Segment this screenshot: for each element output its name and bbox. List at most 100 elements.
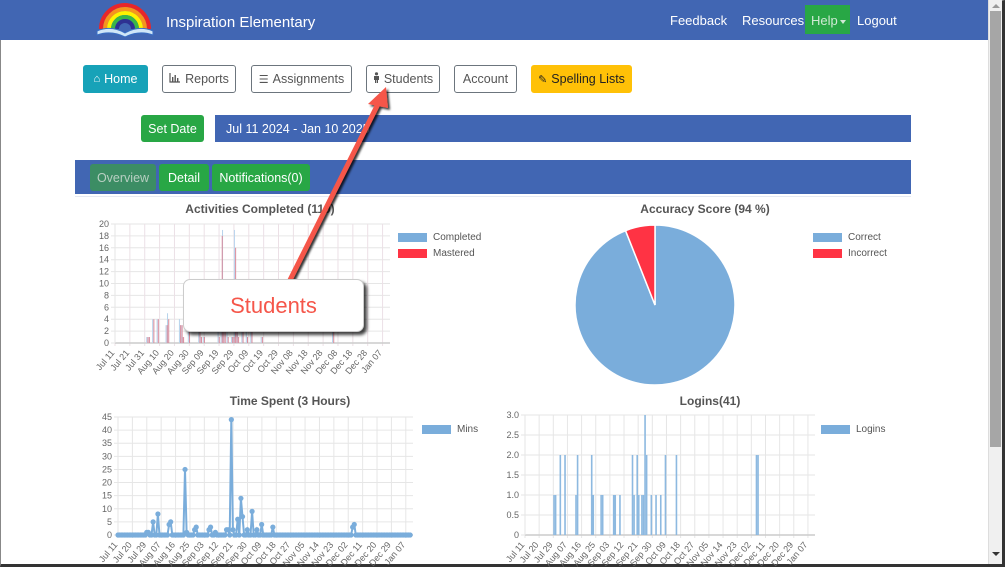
account-label: Account (462, 72, 509, 86)
bar-completed (202, 337, 204, 343)
bar-chart-icon (169, 72, 181, 86)
point-mins (239, 514, 246, 520)
spelling-lists-button[interactable]: ✎ Spelling Lists (531, 65, 632, 93)
nav-help-dropdown[interactable]: Help (805, 5, 850, 34)
bar-logins (642, 495, 645, 535)
legend-item-correct[interactable]: Correct (813, 229, 887, 245)
set-date-button[interactable]: Set Date (141, 115, 204, 142)
y-tick-label: 15 (102, 491, 112, 501)
bar-logins (553, 495, 555, 535)
bar-completed (245, 331, 247, 343)
bar-completed (250, 331, 252, 343)
bar-mastered (251, 331, 253, 343)
y-tick-label: 25 (102, 464, 112, 474)
bar-logins (650, 495, 653, 535)
list-icon: ☰ (258, 73, 269, 86)
point-mins (351, 521, 357, 528)
legend-item-incorrect[interactable]: Incorrect (813, 245, 887, 261)
nav-resources[interactable]: Resources (742, 13, 804, 28)
edit-icon: ✎ (538, 73, 548, 86)
legend-label: Correct (848, 231, 881, 243)
point-mins (244, 527, 250, 533)
bar-logins (601, 495, 604, 535)
home-label: Home (104, 72, 138, 86)
bar-mastered (224, 331, 226, 343)
time-spent-chart-title: Time Spent (3 Hours) (229, 394, 351, 408)
bar-mastered (333, 331, 335, 343)
legend-label: Incorrect (848, 247, 887, 259)
home-button[interactable]: ⌂ Home (83, 65, 148, 93)
bar-logins (592, 495, 595, 535)
scroll-down-arrow-icon[interactable] (992, 552, 1000, 556)
point-mins (190, 532, 196, 538)
tab-notifications[interactable]: Notifications(0) (212, 164, 310, 191)
bar-completed (178, 319, 180, 343)
assignments-button[interactable]: ☰ Assignments (251, 65, 352, 93)
activities-chart-title: Activities Completed (119) (185, 202, 335, 216)
bar-logins (757, 455, 759, 535)
bar-mastered (180, 325, 182, 343)
point-mins (238, 495, 244, 501)
bar-completed (241, 331, 243, 343)
y-tick-label: 0 (107, 530, 112, 540)
y-tick-label: 6 (104, 302, 109, 312)
nav-logout[interactable]: Logout (857, 13, 897, 28)
bar-completed (165, 325, 167, 343)
bar-logins (575, 495, 577, 535)
legend-item-mins[interactable]: Mins (422, 421, 478, 437)
point-mins (236, 532, 242, 538)
reports-label: Reports (185, 72, 229, 86)
bar-logins (576, 455, 579, 535)
bar-mastered (227, 337, 229, 343)
bar-completed (198, 331, 200, 343)
bar-mastered (261, 337, 263, 343)
students-button[interactable]: Students (366, 65, 440, 93)
bar-mastered (247, 337, 249, 343)
rainbow-book-logo[interactable] (95, 3, 155, 37)
tab-detail[interactable]: Detail (159, 164, 209, 191)
legend-item-mastered[interactable]: Mastered (398, 245, 481, 261)
vertical-scrollbar[interactable] (988, 0, 1002, 564)
point-mins (230, 527, 236, 533)
y-tick-label: 1.0 (506, 490, 519, 500)
bar-logins (614, 495, 617, 535)
bar-mastered (232, 337, 234, 343)
y-tick-label: 5 (107, 517, 112, 527)
scroll-thumb[interactable] (990, 11, 1001, 447)
point-mins (155, 511, 161, 517)
bar-mastered (147, 337, 149, 343)
account-button[interactable]: Account (454, 65, 517, 93)
bar-mastered (233, 337, 235, 343)
bar-completed (156, 319, 158, 343)
reports-button[interactable]: Reports (162, 65, 236, 93)
accuracy-pie-chart (574, 224, 736, 386)
bar-completed (332, 331, 334, 343)
y-tick-label: 1.5 (506, 470, 519, 480)
bar-mastered (168, 319, 170, 343)
point-mins (225, 527, 231, 533)
legend-item-completed[interactable]: Completed (398, 229, 481, 245)
scroll-up-arrow-icon[interactable] (992, 4, 1000, 8)
nav-help-label: Help (811, 13, 838, 28)
brand-name[interactable]: Inspiration Elementary (166, 14, 315, 31)
tab-overview[interactable]: Overview (90, 164, 156, 191)
point-mins (270, 524, 276, 530)
bar-logins (590, 455, 593, 535)
bar-mastered (148, 337, 150, 343)
y-tick-label: 2 (104, 326, 109, 336)
bar-logins (619, 495, 621, 535)
bar-logins (554, 495, 557, 535)
y-tick-label: 16 (99, 243, 109, 253)
bar-completed (187, 331, 189, 343)
nav-feedback[interactable]: Feedback (670, 13, 727, 28)
bar-logins (659, 495, 662, 535)
legend-item-logins[interactable]: Logins (821, 421, 885, 437)
point-mins (164, 532, 171, 538)
point-mins (235, 516, 241, 522)
y-tick-label: 10 (102, 504, 112, 514)
point-mins (254, 527, 260, 533)
point-mins (259, 521, 265, 528)
bar-logins (664, 455, 667, 535)
point-mins (227, 532, 233, 538)
bar-logins (675, 455, 678, 535)
